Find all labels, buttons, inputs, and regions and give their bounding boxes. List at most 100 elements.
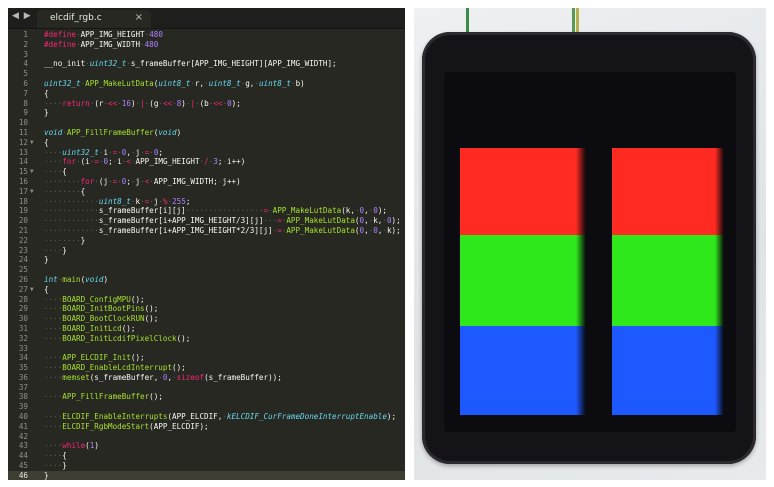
code-editor-window: ◀ ▶ elcdif_rgb.c × 1 #define·APP_IMG_HEIG…: [8, 8, 405, 480]
line-number: 33: [18, 343, 28, 353]
code-line: 27 ▼{: [8, 285, 405, 295]
line-number: 35: [18, 363, 28, 373]
code-line: 17 ▼ ········{: [8, 187, 405, 197]
code-line: 30 ····BOARD_BootClockRUN();: [8, 314, 405, 324]
line-number: 26: [18, 274, 28, 284]
lcd-photo: [414, 8, 766, 480]
tab-bar: ◀ ▶ elcdif_rgb.c ×: [8, 8, 405, 29]
line-number: 34: [18, 353, 28, 363]
code-line: 35 ····BOARD_EnableLcdInterrupt();: [8, 363, 405, 373]
line-number: 38: [18, 392, 28, 402]
code-line: 7{: [8, 89, 405, 99]
line-number: 18: [18, 196, 28, 206]
code-line: 39: [8, 402, 405, 412]
code-line: 29 ····BOARD_InitBootPins();: [8, 304, 405, 314]
lcd-screen: [444, 72, 736, 432]
line-number: 19: [18, 206, 28, 216]
code-line: 25: [8, 265, 405, 275]
line-number: 1: [23, 30, 28, 39]
code-line: 10: [8, 118, 405, 128]
line-number: 32: [18, 333, 28, 343]
line-number: 37: [18, 382, 28, 392]
line-number: 2: [23, 39, 28, 49]
code-line: 15 ▼ ····{: [8, 167, 405, 177]
code-line: 38 ····APP_FillFrameBuffer();: [8, 392, 405, 402]
tab-elcdif-rgb[interactable]: elcdif_rgb.c ×: [37, 10, 151, 28]
line-number: 3: [23, 49, 28, 59]
code-line: 9}: [8, 108, 405, 118]
red-band: [612, 148, 724, 235]
fold-arrow-icon[interactable]: ▼: [30, 285, 34, 295]
rgb-panel-1: [460, 148, 586, 428]
code-line: 1 #define·APP_IMG_HEIGHT·480: [8, 30, 405, 40]
code-line: 2 #define·APP_IMG_WIDTH·480: [8, 40, 405, 50]
line-number: 44: [18, 451, 28, 461]
line-number: 28: [18, 294, 28, 304]
green-band: [460, 235, 586, 326]
code-line: 40 ····ELCDIF_EnableInterrupts(APP_ELCDIF…: [8, 412, 405, 422]
code-line: 31 ····BOARD_InitLcd();: [8, 324, 405, 334]
fold-arrow-icon[interactable]: ▼: [30, 138, 34, 148]
code-line: 41 ····ELCDIF_RgbModeStart(APP_ELCDIF);: [8, 422, 405, 432]
code-line: 6 uint32_t·APP_MakeLutData(uint8_t·r,·uin…: [8, 79, 405, 89]
line-number: 20: [18, 216, 28, 226]
code-line: 32 ····BOARD_InitLcdifPixelClock();: [8, 334, 405, 344]
line-number: 11: [18, 127, 28, 137]
code-line: 42: [8, 432, 405, 442]
code-line: 37: [8, 383, 405, 393]
line-number: 42: [18, 431, 28, 441]
code-line: 11 void·APP_FillFrameBuffer(void): [8, 128, 405, 138]
line-number: 39: [18, 402, 28, 412]
line-number: 4: [23, 59, 28, 69]
rgb-panel-2: [612, 148, 724, 428]
line-number: 9: [23, 108, 28, 118]
line-number: 10: [18, 118, 28, 128]
code-line: 36 ····memset(s_frameBuffer,·0,·sizeof(s_…: [8, 373, 405, 383]
code-line: 12 ▼{: [8, 138, 405, 148]
line-number: 31: [18, 323, 28, 333]
line-number: 46: [18, 470, 28, 480]
line-number: 15: [18, 167, 28, 177]
code-line: 13 ····uint32_t·i·=·0,·j·=·0;: [8, 148, 405, 158]
line-number: 43: [18, 441, 28, 451]
code-line: 45 ····}: [8, 461, 405, 471]
line-number: 17: [18, 186, 28, 196]
line-number: 41: [18, 421, 28, 431]
code-line: 21 ············s_frameBuffer[i+APP_IMG_HE…: [8, 226, 405, 236]
code-line: 8 ····return·(r·<<·16)·|·(g·<<·8)·|·(b·<<…: [8, 99, 405, 109]
line-number: 12: [18, 137, 28, 147]
code-line: 5: [8, 69, 405, 79]
code-line: 20 ············s_frameBuffer[i+APP_IMG_HE…: [8, 216, 405, 226]
line-number: 7: [23, 88, 28, 98]
line-number: 16: [18, 176, 28, 186]
line-number: 29: [18, 304, 28, 314]
line-number: 13: [18, 147, 28, 157]
code-line: 26 int·main(void): [8, 275, 405, 285]
close-icon[interactable]: ×: [135, 12, 143, 23]
code-line: 14 ····for·(i·=·0;·i·<·APP_IMG_HEIGHT·/·3…: [8, 157, 405, 167]
code-line: 4 __no_init·uint32_t·s_frameBuffer[APP_IM…: [8, 59, 405, 69]
tab-label: elcdif_rgb.c: [50, 13, 102, 23]
fold-arrow-icon[interactable]: ▼: [30, 167, 34, 177]
line-number: 23: [18, 245, 28, 255]
code-area[interactable]: 1 #define·APP_IMG_HEIGHT·480 2 #define·APP…: [8, 30, 405, 480]
code-line: 22 ········}: [8, 236, 405, 246]
code-line-current: 46}: [8, 470, 405, 480]
tab-nav-arrows-icon[interactable]: ◀ ▶: [12, 11, 32, 21]
line-number: 22: [18, 235, 28, 245]
code-line: 43 ····while(1): [8, 441, 405, 451]
code-line: 28 ····BOARD_ConfigMPU();: [8, 295, 405, 305]
line-number: 36: [18, 372, 28, 382]
green-band: [612, 235, 724, 326]
line-number: 6: [23, 78, 28, 88]
line-number: 24: [18, 255, 28, 265]
code-line: 33: [8, 344, 405, 354]
fold-arrow-icon[interactable]: ▼: [30, 187, 34, 197]
line-number: 45: [18, 461, 28, 471]
line-number: 25: [18, 265, 28, 275]
lcd-device: [422, 32, 756, 464]
line-number: 8: [23, 98, 28, 108]
line-number: 40: [18, 412, 28, 422]
line-number: 14: [18, 157, 28, 167]
code-line: 3: [8, 50, 405, 60]
